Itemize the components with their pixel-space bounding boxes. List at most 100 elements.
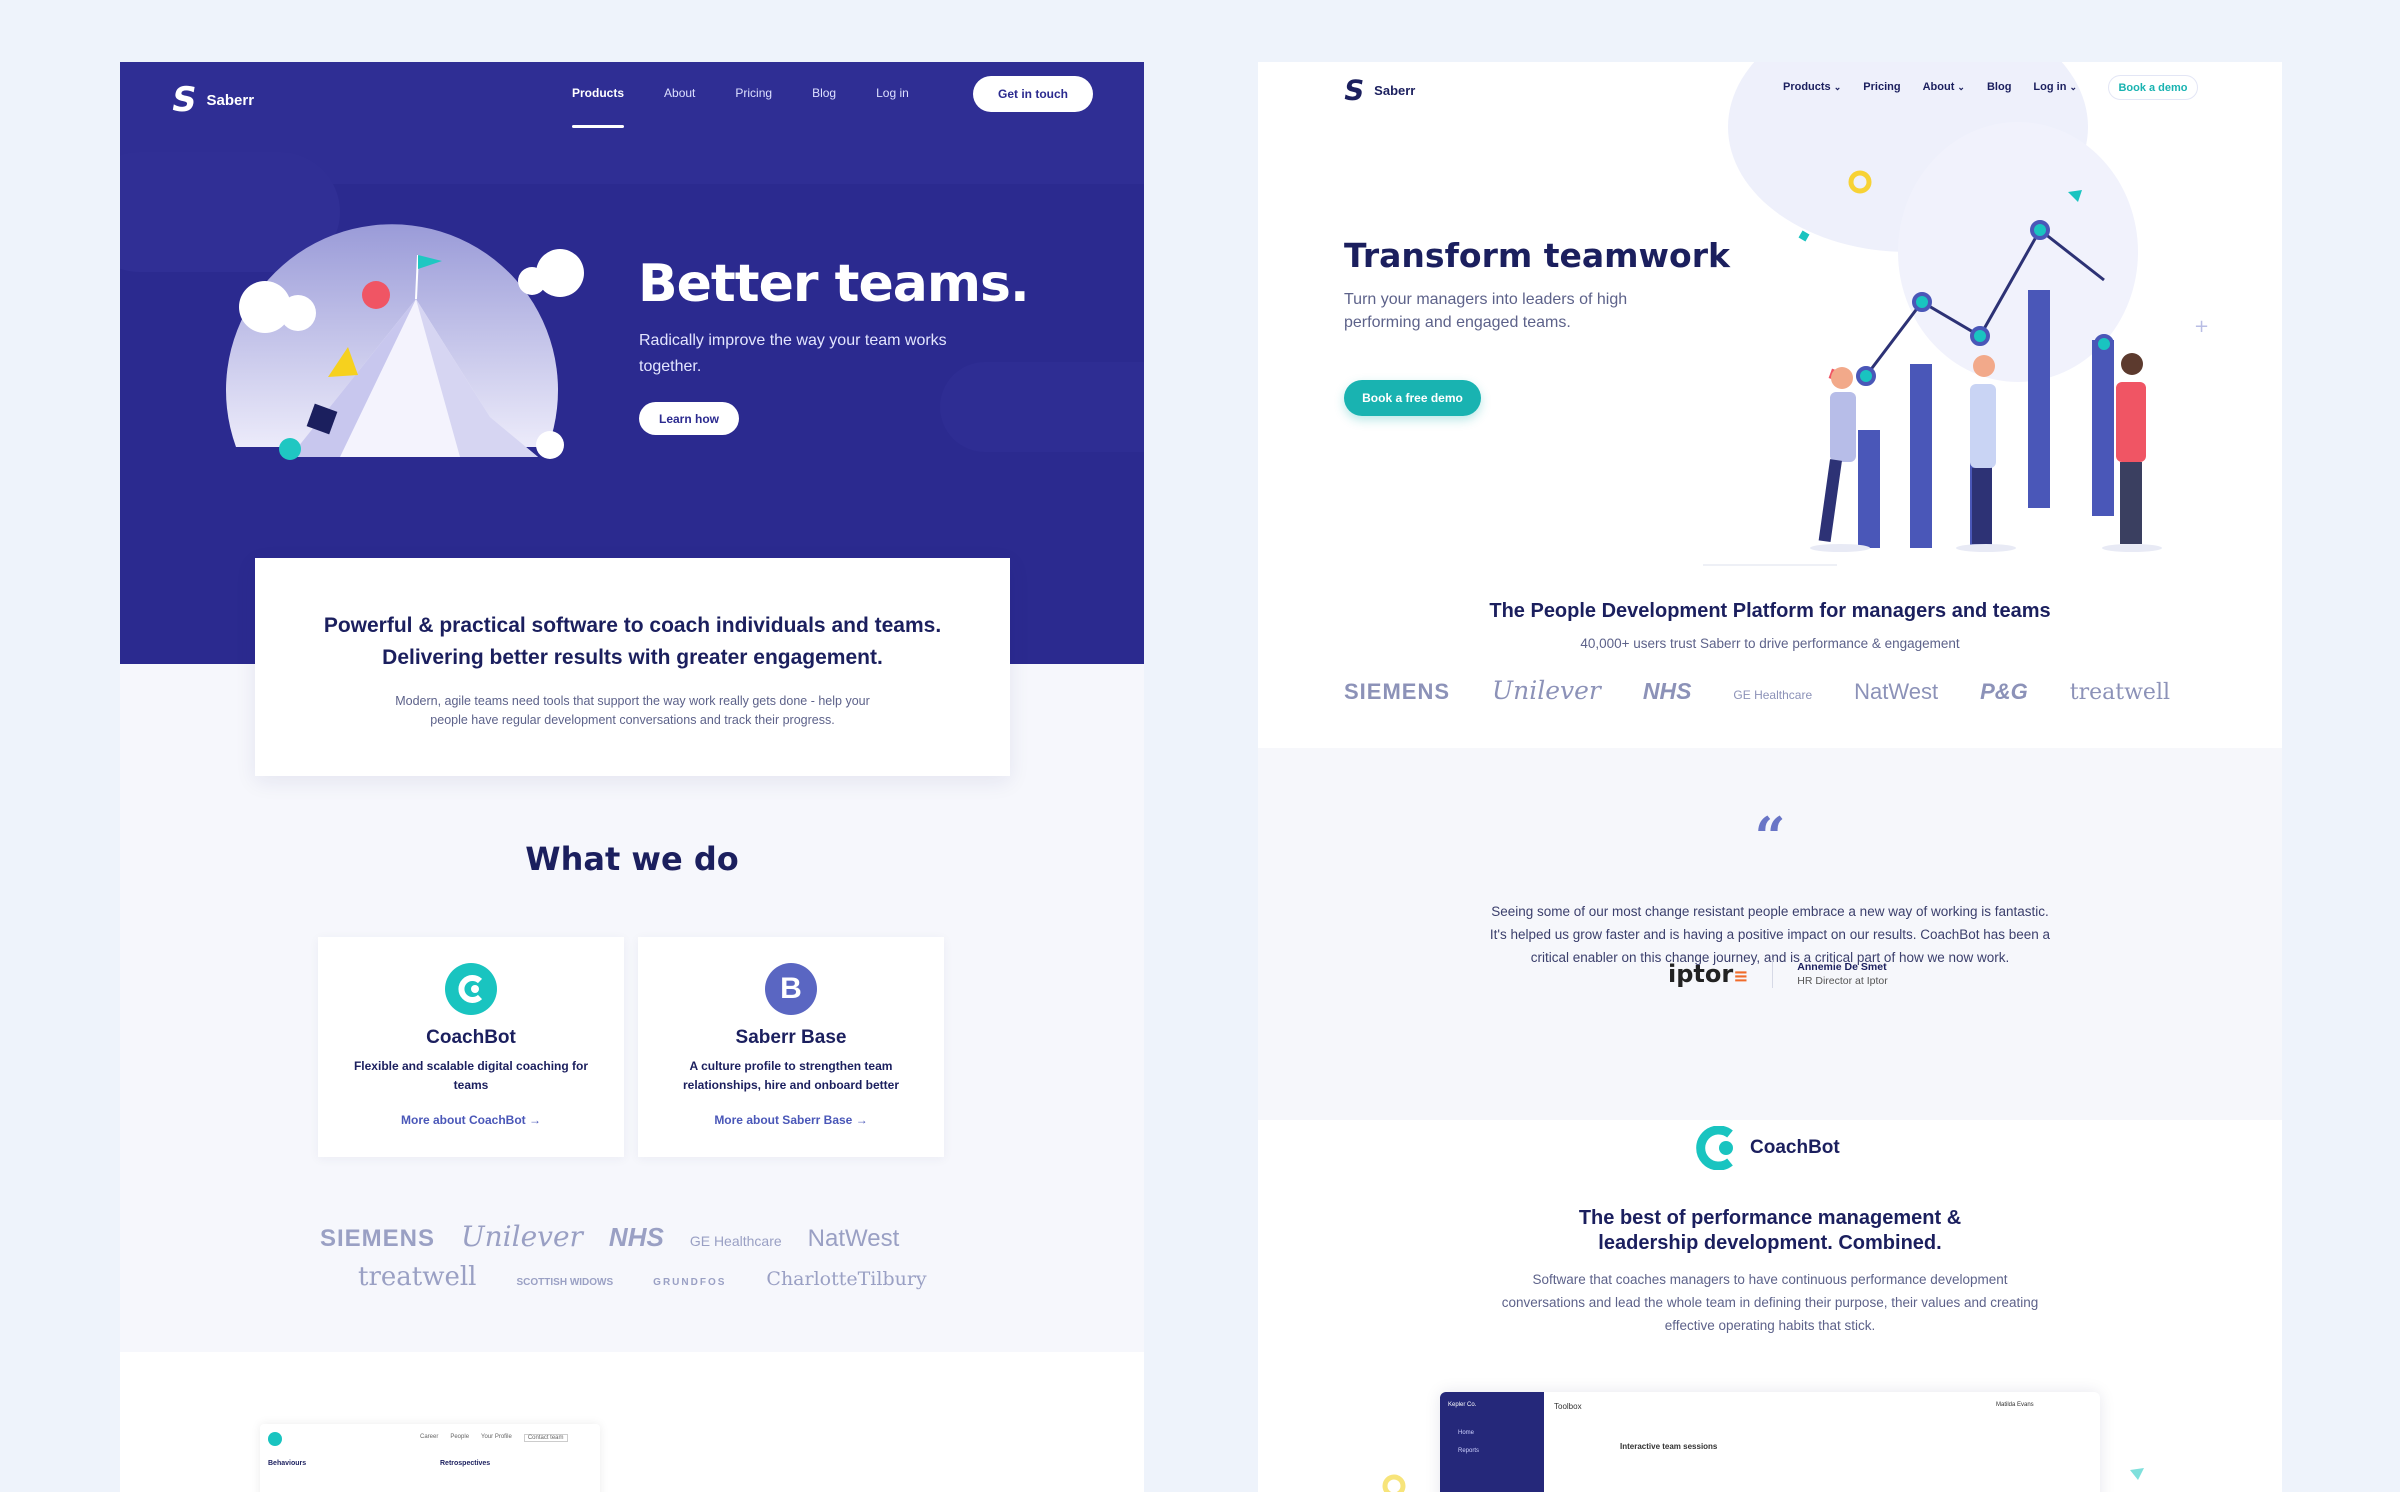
nav-link-products[interactable]: Products (552, 62, 644, 128)
nav-link-about[interactable]: About (644, 62, 715, 124)
product-name: CoachBot (426, 1027, 516, 1048)
svg-text:+: + (2194, 316, 2209, 337)
pg-logo: P&G (1980, 679, 2028, 704)
mini-app-tabs: Career People Your Profile Contact team (420, 1434, 568, 1442)
natwest-logo: NatWest (1854, 679, 1939, 704)
get-in-touch-button[interactable]: Get in touch (973, 76, 1093, 112)
right-brand-name: Saberr (1374, 83, 1416, 98)
team-chart-illustration: + (1798, 170, 2209, 552)
app-user: Matilda Evans (1996, 1402, 2034, 1408)
nhs-logo: NHS (608, 1222, 664, 1252)
more-about-coachbot-link[interactable]: More about CoachBot → (318, 1113, 624, 1127)
nav-link-login[interactable]: Log in ⌄ (2022, 81, 2088, 93)
left-logo[interactable]: S Saberr (168, 80, 255, 120)
learn-how-button[interactable]: Learn how (639, 402, 739, 435)
divider (1703, 564, 1837, 566)
mini-button: Contact team (523, 1434, 568, 1442)
charlotte-tilbury-logo: CharlotteTilbury (766, 1268, 927, 1290)
nav-link-label: About (1922, 81, 1955, 93)
right-hero-subtitle: Turn your managers into leaders of high … (1344, 291, 1628, 331)
hero-title: Better teams. (638, 254, 1030, 314)
mini-tab: People (450, 1434, 470, 1440)
unilever-logo: Unilever (461, 1220, 583, 1253)
platform-subheading: 40,000+ users trust Saberr to drive perf… (1580, 636, 1960, 651)
brand-logos-row-1: SIEMENS Unilever NHS GE Healthcare NatWe… (320, 1220, 899, 1253)
nav-link-blog[interactable]: Blog (792, 62, 856, 124)
ge-healthcare-logo: GE Healthcare (689, 1233, 782, 1249)
mini-col-2: Retrospectives (440, 1460, 491, 1467)
nav-link-label: Products (1783, 81, 1831, 93)
mini-app-screenshot: Career People Your Profile Contact team … (260, 1424, 600, 1492)
treatwell-logo: treatwell (358, 1262, 477, 1292)
coachbot-name: CoachBot (1750, 1137, 1840, 1158)
what-we-do-heading: What we do (525, 840, 739, 878)
brand-logos-row: SIEMENS Unilever NHS GE Healthcare NatWe… (1344, 676, 2170, 705)
app-menu-reports: Reports (1458, 1448, 1480, 1454)
more-about-saberr-base-link[interactable]: More about Saberr Base → (638, 1113, 944, 1127)
right-page-preview: S Saberr Products ⌄ Pricing About ⌄ Blog… (1258, 62, 2282, 1492)
platform-heading: The People Development Platform for mana… (1489, 600, 2051, 622)
author-details: Annemie De Smet HR Director at Iptor (1773, 960, 1887, 988)
right-nav-links: Products ⌄ Pricing About ⌄ Blog Log in ⌄ (1772, 62, 2088, 112)
left-page-preview: S Saberr Products About Pricing Blog Log… (120, 62, 1144, 1492)
saberr-logo-icon: S (168, 80, 201, 120)
product-desc: Flexible and scalable digital coaching f… (353, 1059, 589, 1092)
app-menu-home: Home (1458, 1430, 1475, 1436)
intro-heading: Powerful & practical software to coach i… (323, 614, 942, 669)
nav-link-label: Log in (2033, 81, 2067, 93)
nav-link-blog[interactable]: Blog (1976, 81, 2022, 93)
product-card-saberr-base[interactable]: B Saberr Base A culture profile to stren… (638, 937, 944, 1157)
book-free-demo-button[interactable]: Book a free demo (1344, 380, 1481, 416)
siemens-logo: SIEMENS (320, 1225, 436, 1252)
hero-subtitle: Radically improve the way your team work… (639, 332, 947, 375)
left-nav-links: Products About Pricing Blog Log in (552, 62, 929, 128)
grundfos-logo: GRUNDFOS (653, 1277, 727, 1288)
nav-link-about[interactable]: About ⌄ (1912, 81, 1976, 93)
unilever-logo: Unilever (1492, 676, 1601, 705)
chevron-down-icon: ⌄ (2069, 82, 2078, 92)
app-section-title: Toolbox (1554, 1402, 1582, 1411)
left-brand-name: Saberr (206, 91, 255, 109)
scottish-widows-logo: SCOTTISH WIDOWS (516, 1277, 614, 1288)
chevron-down-icon: ⌄ (1957, 82, 1965, 92)
mini-tab: Your Profile (481, 1434, 512, 1440)
coachbot-app-screenshot: Kepler Co. Home Reports Toolbox Matilda … (1440, 1392, 2100, 1492)
nav-link-pricing[interactable]: Pricing (715, 62, 792, 124)
ge-healthcare-logo: GE Healthcare (1733, 688, 1813, 702)
coachbot-title: The best of performance management & lea… (1258, 1206, 2282, 1256)
coachbot-brand: CoachBot (1696, 1126, 1840, 1170)
product-desc: A culture profile to strengthen team rel… (682, 1059, 900, 1092)
testimonial-quote: Seeing some of our most change resistant… (1258, 900, 2282, 969)
coachbot-icon (1696, 1126, 1733, 1170)
mini-tab: Career (420, 1434, 439, 1440)
product-card-coachbot[interactable]: CoachBot Flexible and scalable digital c… (318, 937, 624, 1157)
app-org: Kepler Co. (1448, 1402, 1477, 1408)
author-role: HR Director at Iptor (1797, 975, 1888, 987)
nav-link-products[interactable]: Products ⌄ (1772, 81, 1852, 93)
mini-col-1: Behaviours (268, 1460, 307, 1467)
iptor-mark-icon: ≡ (1733, 966, 1749, 987)
nav-link-login[interactable]: Log in (856, 62, 929, 124)
deco-triangle (2130, 1468, 2144, 1480)
coachbot-description-text: Software that coaches managers to have c… (1501, 1272, 2039, 1333)
app-sidebar: Kepler Co. Home Reports (1440, 1392, 1544, 1492)
coachbot-description: Software that coaches managers to have c… (1258, 1268, 2282, 1337)
deco-ring (1382, 1474, 1406, 1492)
nhs-logo: NHS (1642, 678, 1692, 704)
chevron-down-icon: ⌄ (1833, 82, 1842, 92)
testimonial-author: iptor≡ Annemie De Smet HR Director at Ip… (1668, 960, 1888, 988)
nav-link-pricing[interactable]: Pricing (1852, 81, 1911, 93)
mountain-illustration (226, 224, 584, 460)
bg-blob (940, 362, 1144, 452)
book-a-demo-button[interactable]: Book a demo (2108, 75, 2198, 100)
intro-body: Modern, agile teams need tools that supp… (395, 694, 870, 727)
brand-logos-row-2: treatwell SCOTTISH WIDOWS GRUNDFOS Charl… (358, 1262, 927, 1292)
testimonial-text: Seeing some of our most change resistant… (1489, 904, 2051, 965)
saberr-logo-icon: S (1341, 74, 1368, 107)
right-logo[interactable]: S Saberr (1341, 74, 1416, 107)
treatwell-logo: treatwell (2069, 680, 2171, 705)
app-item-title: Interactive team sessions (1620, 1442, 1718, 1451)
coachbot-title-text: The best of performance management & lea… (1578, 1207, 1962, 1254)
coachbot-icon (445, 963, 497, 1015)
coachbot-icon (268, 1432, 282, 1446)
